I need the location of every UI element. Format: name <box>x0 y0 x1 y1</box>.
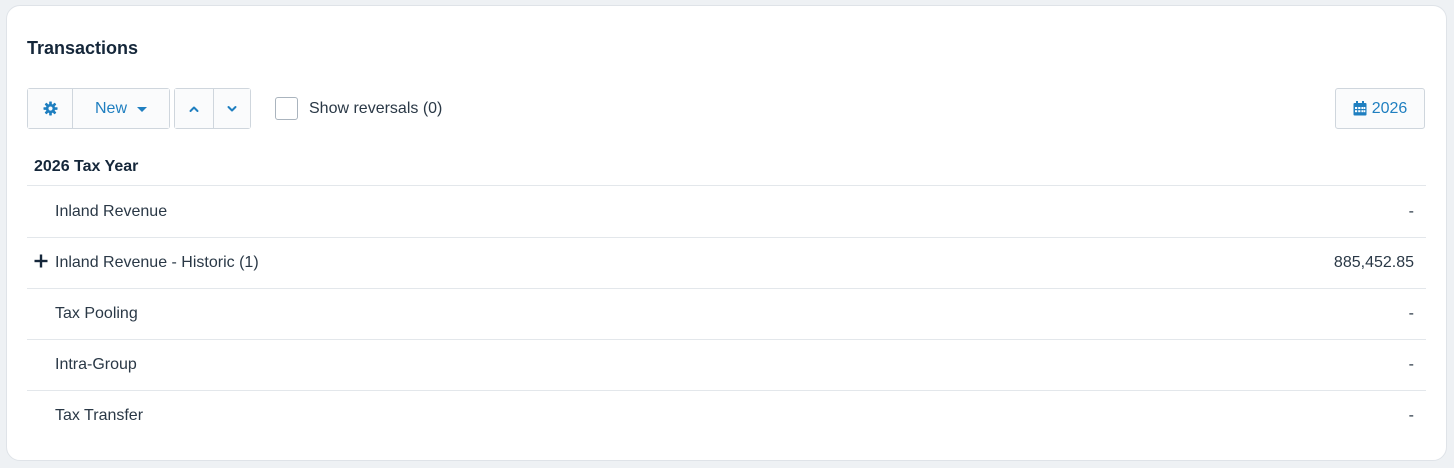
row-amount: - <box>1408 407 1414 424</box>
reorder-button-group <box>174 88 251 129</box>
show-reversals-toggle: Show reversals (0) <box>275 97 442 120</box>
row-label: Intra-Group <box>55 356 137 373</box>
row-label: Tax Pooling <box>55 305 138 322</box>
plus-icon[interactable] <box>34 254 48 268</box>
new-button[interactable]: New <box>72 89 169 128</box>
transaction-row: Intra-Group - <box>27 340 1426 391</box>
row-amount: - <box>1408 356 1414 373</box>
row-amount: - <box>1408 305 1414 322</box>
transaction-list: Inland Revenue - Inland Revenue - Histor… <box>27 187 1426 442</box>
section-title: 2026 Tax Year <box>34 158 139 175</box>
panel-title: Transactions <box>27 38 139 58</box>
caret-down-icon <box>137 107 147 112</box>
calendar-icon <box>1353 101 1367 116</box>
show-reversals-label[interactable]: Show reversals (0) <box>309 100 442 118</box>
transaction-row: Inland Revenue - <box>27 187 1426 238</box>
toolbar: New Show reversals (0) 2026 <box>27 88 1425 129</box>
new-button-label: New <box>94 99 127 117</box>
row-label: Tax Transfer <box>55 407 144 424</box>
tax-year-section-header: 2026 Tax Year <box>27 156 1426 186</box>
transaction-row: Tax Pooling - <box>27 289 1426 340</box>
show-reversals-checkbox[interactable] <box>275 97 298 120</box>
chevron-down-icon <box>227 105 237 111</box>
transactions-panel: Transactions New Show reversals (0) 2026… <box>6 5 1447 461</box>
settings-button[interactable] <box>28 89 72 128</box>
tax-year-button[interactable]: 2026 <box>1335 88 1425 129</box>
tax-year-label: 2026 <box>1371 99 1408 117</box>
row-label: Inland Revenue <box>55 203 168 220</box>
row-amount: - <box>1408 203 1414 220</box>
actions-button-group: New <box>27 88 170 129</box>
transaction-row: Tax Transfer - <box>27 391 1426 442</box>
row-amount: 885,452.85 <box>1333 254 1414 271</box>
row-label: Inland Revenue - Historic (1) <box>55 254 259 271</box>
move-down-button[interactable] <box>212 89 250 128</box>
move-up-button[interactable] <box>175 89 213 128</box>
transaction-row[interactable]: Inland Revenue - Historic (1) 885,452.85 <box>27 238 1426 289</box>
gear-icon <box>42 101 58 116</box>
chevron-up-icon <box>189 106 199 112</box>
